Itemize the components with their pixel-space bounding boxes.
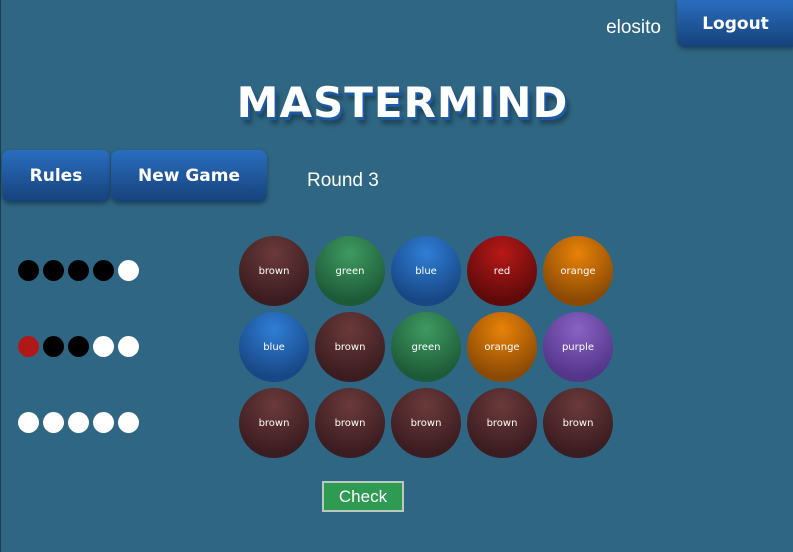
feedback-peg (118, 336, 139, 357)
feedback-pegs-row-3 (18, 412, 139, 433)
game-page: elosito Logout MASTERMIND Rules New Game… (0, 0, 793, 552)
feedback-peg (118, 260, 139, 281)
rules-button[interactable]: Rules (2, 150, 110, 202)
color-ball[interactable]: brown (315, 312, 385, 382)
color-ball[interactable]: purple (543, 312, 613, 382)
feedback-peg (93, 260, 114, 281)
feedback-peg (93, 412, 114, 433)
feedback-pegs-row-1 (18, 260, 139, 281)
color-ball[interactable]: brown (239, 236, 309, 306)
feedback-peg (68, 336, 89, 357)
feedback-peg (68, 260, 89, 281)
color-ball[interactable]: brown (467, 388, 537, 458)
feedback-peg (43, 260, 64, 281)
round-indicator: Round 3 (307, 170, 379, 191)
color-ball[interactable]: brown (239, 388, 309, 458)
color-ball[interactable]: blue (391, 236, 461, 306)
guess-row-1: brown green blue red orange (239, 236, 613, 306)
feedback-peg (18, 336, 39, 357)
color-ball[interactable]: orange (467, 312, 537, 382)
feedback-pegs-row-2 (18, 336, 139, 357)
color-ball[interactable]: green (391, 312, 461, 382)
color-ball[interactable]: green (315, 236, 385, 306)
feedback-peg (93, 336, 114, 357)
feedback-peg (43, 412, 64, 433)
color-ball[interactable]: brown (315, 388, 385, 458)
color-ball[interactable]: brown (543, 388, 613, 458)
color-ball[interactable]: brown (391, 388, 461, 458)
check-button[interactable]: Check (322, 481, 404, 512)
username: elosito (606, 17, 661, 38)
feedback-peg (68, 412, 89, 433)
page-title: MASTERMIND (236, 78, 569, 127)
color-ball[interactable]: blue (239, 312, 309, 382)
feedback-peg (118, 412, 139, 433)
guess-row-2: blue brown green orange purple (239, 312, 613, 382)
guess-row-3: brown brown brown brown brown (239, 388, 613, 458)
feedback-peg (18, 412, 39, 433)
color-ball[interactable]: red (467, 236, 537, 306)
color-ball[interactable]: orange (543, 236, 613, 306)
new-game-button[interactable]: New Game (111, 150, 267, 202)
feedback-peg (18, 260, 39, 281)
logout-button[interactable]: Logout (677, 0, 793, 47)
feedback-peg (43, 336, 64, 357)
